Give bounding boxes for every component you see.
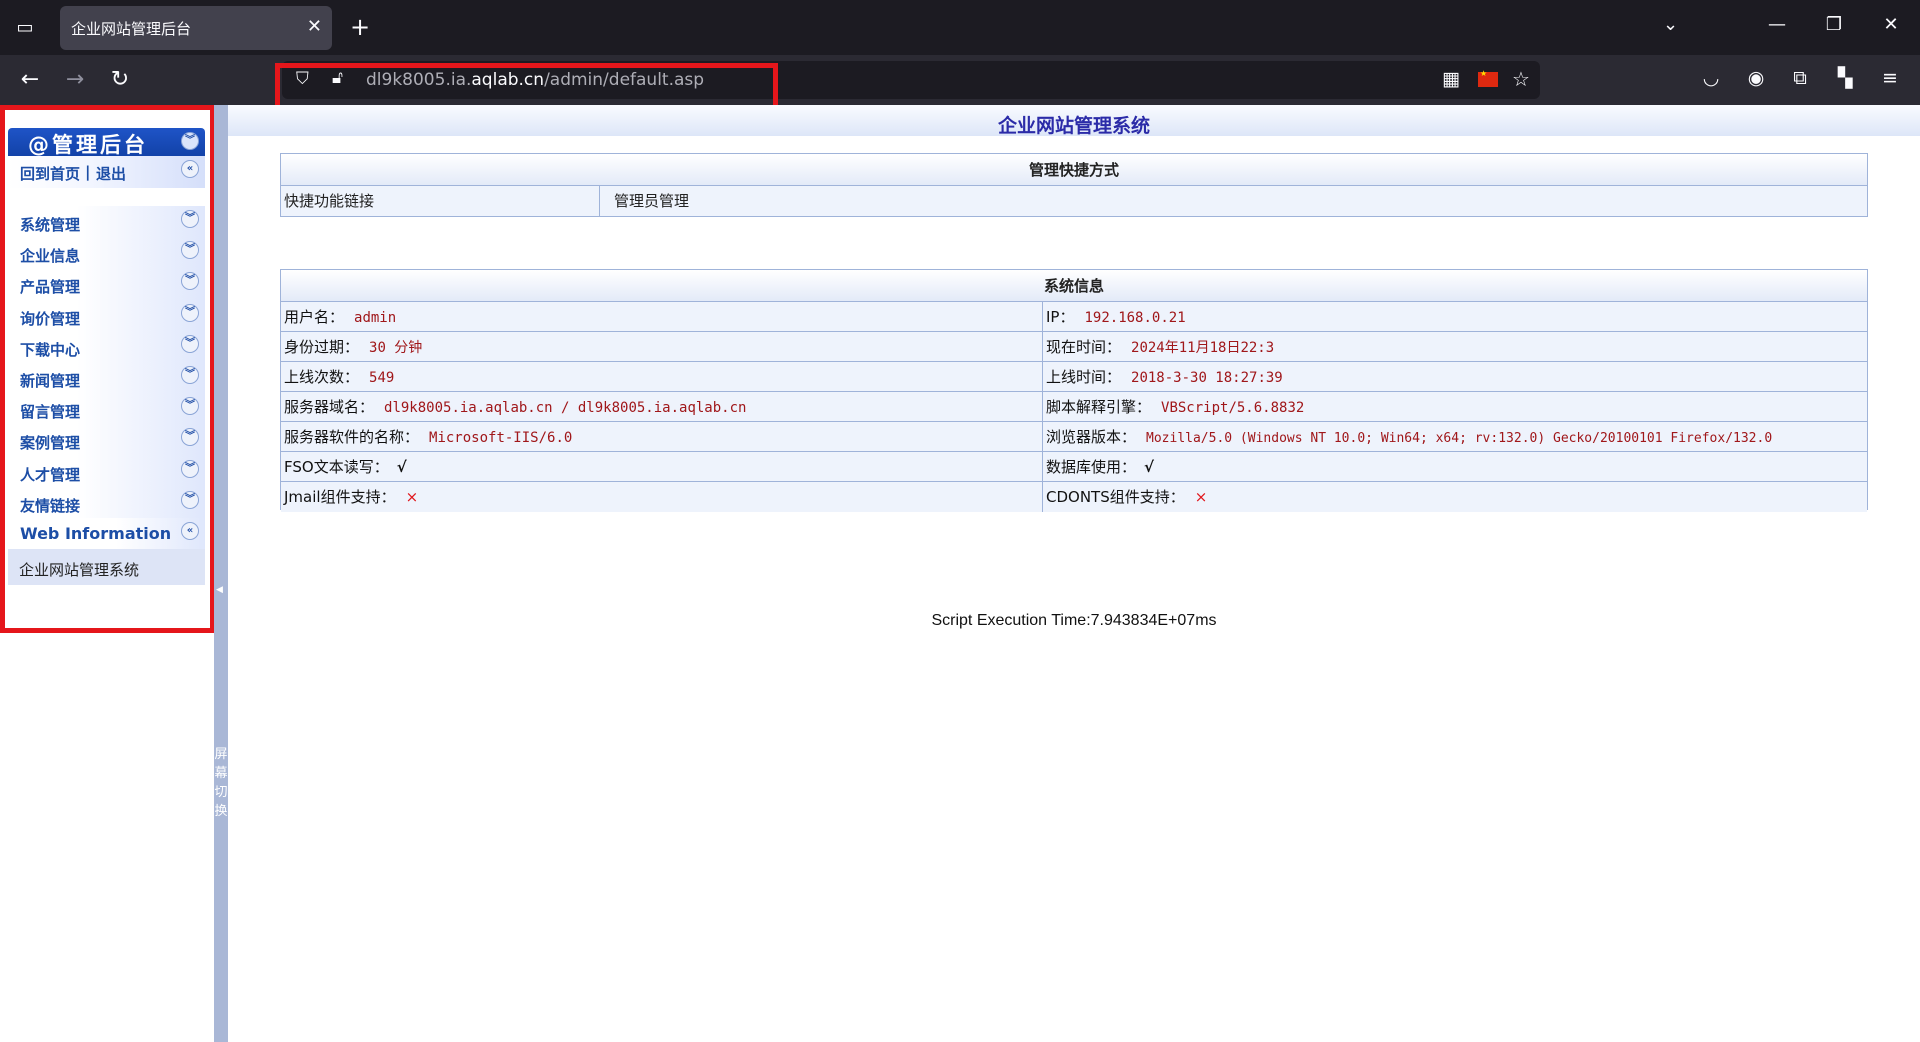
check-mark-icon: √ bbox=[396, 458, 407, 476]
china-flag-icon[interactable] bbox=[1478, 69, 1498, 87]
info-label: 数据库使用： bbox=[1046, 458, 1137, 476]
tab-close-icon[interactable]: ✕ bbox=[307, 16, 322, 38]
info-value: dl9k8005.ia.aqlab.cn / dl9k8005.ia.aqlab… bbox=[384, 400, 747, 416]
info-label: 脚本解释引擎： bbox=[1046, 398, 1152, 416]
table-row: 上线次数： 549 上线时间： 2018-3-30 18:27:39 bbox=[281, 362, 1867, 392]
extensions-icon[interactable]: ⧉ bbox=[1786, 67, 1814, 89]
info-label: IP： bbox=[1046, 308, 1075, 326]
quick-links-label: 快捷功能链接 bbox=[281, 186, 600, 216]
table-row: FSO文本读写： √ 数据库使用： √ bbox=[281, 452, 1867, 482]
table-row: Jmail组件支持： × CDONTS组件支持： × bbox=[281, 482, 1867, 512]
frame-split-bar[interactable]: ◀ 屏 幕 切 换 bbox=[214, 105, 228, 1042]
info-label: 身份过期： bbox=[284, 338, 360, 356]
info-label: 服务器域名： bbox=[284, 398, 375, 416]
tab-title: 企业网站管理后台 bbox=[71, 20, 192, 38]
screen-switch-label[interactable]: 屏 幕 切 换 bbox=[214, 745, 228, 821]
info-value: 192.168.0.21 bbox=[1084, 310, 1186, 326]
info-label: 用户名： bbox=[284, 308, 345, 326]
script-execution-time: Script Execution Time:7.943834E+07ms bbox=[931, 612, 1217, 629]
chevron-down-icon[interactable]: ⌄ bbox=[1663, 14, 1678, 35]
page-content: @管理后台 ︾ 回到首页 | 退出 « 系统管理 ︾ 企业信息 ︾ 产品管理 ︾ 询价… bbox=[0, 105, 1920, 1042]
table-row: 服务器软件的名称： Microsoft-IIS/6.0 浏览器版本： Mozilla… bbox=[281, 422, 1867, 452]
sidebar-highlight-box bbox=[0, 105, 215, 633]
tab-list-icon[interactable]: ▭ bbox=[12, 16, 38, 40]
cross-mark-icon: × bbox=[1194, 488, 1208, 506]
info-label: 现在时间： bbox=[1046, 338, 1122, 356]
collapse-arrow-icon[interactable]: ◀ bbox=[216, 585, 223, 595]
info-cell: FSO文本读写： √ bbox=[281, 452, 1043, 482]
info-cell: 脚本解释引擎： VBScript/5.6.8832 bbox=[1043, 392, 1867, 422]
reload-icon[interactable]: ↻ bbox=[105, 66, 135, 94]
new-tab-icon[interactable]: + bbox=[350, 13, 370, 41]
info-label: 服务器软件的名称： bbox=[284, 428, 420, 446]
minimize-icon[interactable]: — bbox=[1762, 14, 1792, 35]
qr-code-icon[interactable]: ▦ bbox=[1442, 68, 1460, 90]
browser-tab[interactable]: 企业网站管理后台 ✕ bbox=[60, 6, 332, 50]
system-info-header: 系统信息 bbox=[281, 270, 1867, 302]
info-cell: 现在时间： 2024年11月18日22:3 bbox=[1043, 332, 1867, 362]
info-label: FSO文本读写： bbox=[284, 458, 389, 476]
info-label: 上线时间： bbox=[1046, 368, 1122, 386]
table-row: 服务器域名： dl9k8005.ia.aqlab.cn / dl9k8005.ia… bbox=[281, 392, 1867, 422]
info-cell: 用户名： admin bbox=[281, 302, 1043, 332]
info-cell: 数据库使用： √ bbox=[1043, 452, 1867, 482]
close-icon[interactable]: ✕ bbox=[1876, 14, 1906, 35]
info-cell: Jmail组件支持： × bbox=[281, 482, 1043, 512]
restore-icon[interactable]: ❐ bbox=[1819, 14, 1849, 35]
info-value: 2024年11月18日22:3 bbox=[1131, 340, 1275, 356]
quick-links-row: 快捷功能链接 管理员管理 bbox=[281, 186, 1867, 216]
apps-grid-icon[interactable]: ▚ bbox=[1831, 67, 1859, 89]
title-strip: 企业网站管理系统 bbox=[228, 105, 1920, 137]
info-cell: IP： 192.168.0.21 bbox=[1043, 302, 1867, 332]
system-info-panel: 系统信息 用户名： admin IP： 192.168.0.21 身份过期： 30 分… bbox=[280, 269, 1868, 512]
check-mark-icon: √ bbox=[1144, 458, 1155, 476]
page-title: 企业网站管理系统 bbox=[997, 115, 1150, 137]
quick-links-panel: 管理快捷方式 快捷功能链接 管理员管理 bbox=[280, 153, 1868, 217]
info-value: VBScript/5.6.8832 bbox=[1161, 400, 1305, 416]
info-cell: 上线时间： 2018-3-30 18:27:39 bbox=[1043, 362, 1867, 392]
info-cell: 服务器软件的名称： Microsoft-IIS/6.0 bbox=[281, 422, 1043, 452]
pocket-icon[interactable]: ◡ bbox=[1697, 67, 1725, 89]
table-row: 用户名： admin IP： 192.168.0.21 bbox=[281, 302, 1867, 332]
info-cell: CDONTS组件支持： × bbox=[1043, 482, 1867, 512]
main-frame: 企业网站管理系统 管理快捷方式 快捷功能链接 管理员管理 系统信息 用户名： ad… bbox=[228, 105, 1920, 1042]
table-row: 身份过期： 30 分钟 现在时间： 2024年11月18日22:3 bbox=[281, 332, 1867, 362]
hamburger-menu-icon[interactable]: ≡ bbox=[1876, 67, 1904, 89]
info-label: CDONTS组件支持： bbox=[1046, 488, 1185, 506]
browser-tab-bar: ▭ 企业网站管理后台 ✕ + ⌄ — ❐ ✕ bbox=[0, 0, 1920, 55]
forward-icon[interactable]: → bbox=[60, 66, 90, 94]
info-value: Microsoft-IIS/6.0 bbox=[429, 430, 573, 446]
info-cell: 上线次数： 549 bbox=[281, 362, 1043, 392]
info-value: Mozilla/5.0 (Windows NT 10.0; Win64; x64… bbox=[1146, 431, 1773, 446]
info-cell: 服务器域名： dl9k8005.ia.aqlab.cn / dl9k8005.ia… bbox=[281, 392, 1043, 422]
admin-manage-link[interactable]: 管理员管理 bbox=[614, 186, 689, 216]
info-value: 2018-3-30 18:27:39 bbox=[1131, 370, 1283, 386]
info-cell: 浏览器版本： Mozilla/5.0 (Windows NT 10.0; Win6… bbox=[1043, 422, 1867, 452]
back-icon[interactable]: ← bbox=[15, 66, 45, 94]
account-icon[interactable]: ◉ bbox=[1742, 67, 1770, 89]
info-cell: 身份过期： 30 分钟 bbox=[281, 332, 1043, 362]
info-label: 上线次数： bbox=[284, 368, 360, 386]
info-label: 浏览器版本： bbox=[1046, 428, 1137, 446]
quick-links-header: 管理快捷方式 bbox=[281, 154, 1867, 186]
cross-mark-icon: × bbox=[405, 488, 419, 506]
info-value: admin bbox=[354, 310, 397, 326]
info-value: 30 分钟 bbox=[369, 340, 423, 356]
bookmark-star-icon[interactable]: ☆ bbox=[1512, 67, 1530, 91]
info-value: 549 bbox=[369, 370, 395, 386]
info-label: Jmail组件支持： bbox=[284, 488, 396, 506]
